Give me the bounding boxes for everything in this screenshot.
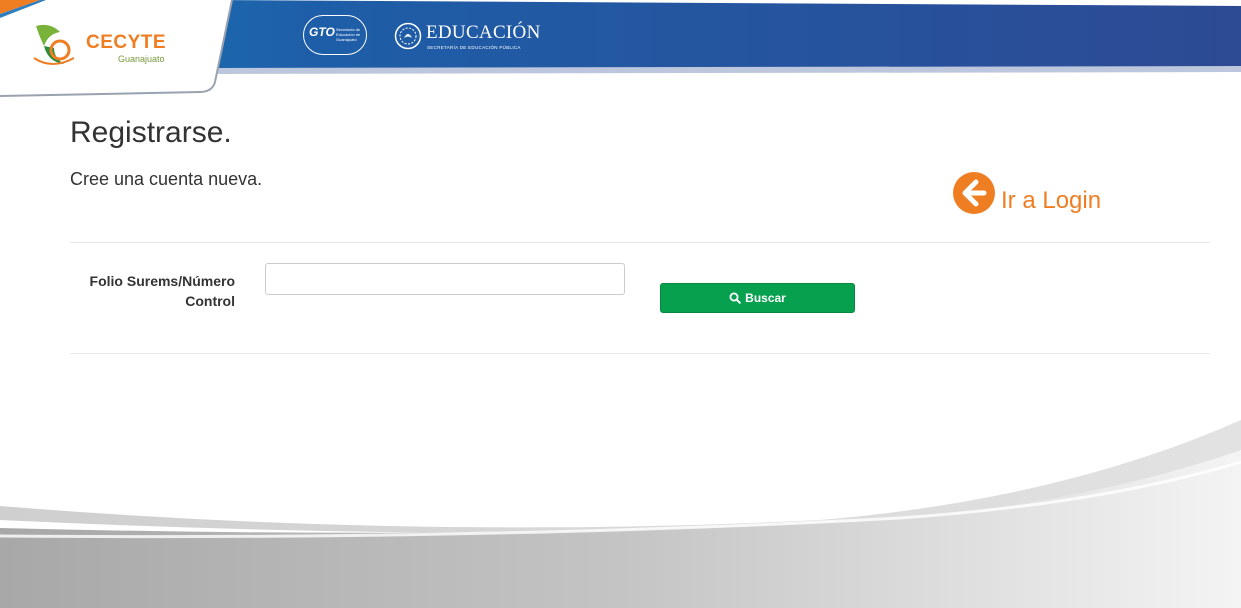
folio-input[interactable] xyxy=(265,263,625,295)
footer-swoosh xyxy=(0,420,1241,608)
search-button-label: Buscar xyxy=(745,291,786,305)
search-icon xyxy=(729,292,741,304)
header-background xyxy=(0,0,1241,97)
mexico-seal-icon xyxy=(394,22,422,50)
divider-bottom xyxy=(70,353,1210,354)
header-banner: CECYTE Guanajuato GTO Secretaría de Educ… xyxy=(0,0,1241,100)
brand-subtitle: Guanajuato xyxy=(118,54,165,64)
brand-name: CECYTE xyxy=(86,32,167,53)
page-title: Registrarse. xyxy=(70,116,232,149)
gto-logo: GTO Secretaría de Educación de Guanajuat… xyxy=(303,15,367,55)
cecyte-logo: CECYTE Guanajuato xyxy=(30,18,170,74)
gto-caption: Secretaría de Educación de Guanajuato xyxy=(336,27,361,42)
page-subtitle: Cree una cuenta nueva. xyxy=(70,169,263,189)
arrow-left-circle-icon xyxy=(953,172,995,214)
cecyte-emblem-icon xyxy=(33,24,75,65)
login-link-label: Ir a Login xyxy=(1001,187,1102,214)
folio-label: Folio Surems/Número Control xyxy=(89,273,235,309)
search-button[interactable]: Buscar xyxy=(660,283,855,313)
sep-title: EDUCACIÓN xyxy=(426,22,541,43)
sep-subtitle: SECRETARÍA DE EDUCACIÓN PÚBLICA xyxy=(427,45,521,50)
divider-top xyxy=(70,242,1210,243)
gto-text: GTO xyxy=(309,25,335,39)
go-to-login-link[interactable]: Ir a Login xyxy=(953,170,1101,214)
